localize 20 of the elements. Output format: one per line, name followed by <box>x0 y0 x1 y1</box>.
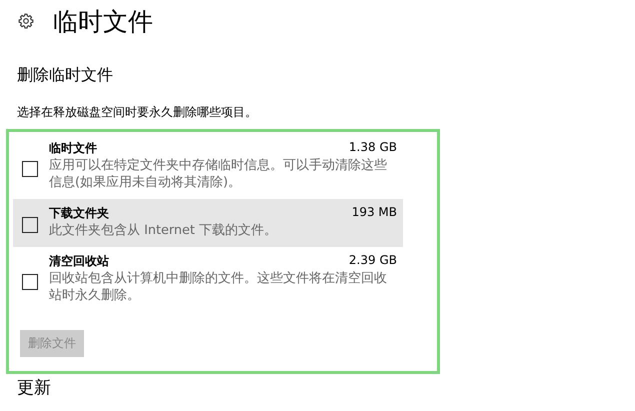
list-item[interactable]: 清空回收站 2.39 GB 回收站包含从计算机中删除的文件。这些文件将在清空回收站时永久删除。 <box>13 247 403 312</box>
checkbox[interactable] <box>22 217 38 233</box>
list-item[interactable]: 下载文件夹 193 MB 此文件夹包含从 Internet 下载的文件。 <box>13 199 403 247</box>
checkbox[interactable] <box>22 274 38 290</box>
item-size: 193 MB <box>352 205 397 221</box>
item-description: 此文件夹包含从 Internet 下载的文件。 <box>49 222 278 239</box>
item-size: 1.38 GB <box>348 140 397 156</box>
checkbox[interactable] <box>22 160 38 176</box>
item-description: 回收站包含从计算机中删除的文件。这些文件将在清空回收站时永久删除。 <box>49 270 388 304</box>
section-heading: 更新 <box>16 377 52 399</box>
item-size: 2.39 GB <box>348 253 397 269</box>
item-name: 临时文件 <box>49 140 97 157</box>
item-description: 应用可以在特定文件夹中存储临时信息。可以手动清除这些信息(如果应用未自动将其清除)。 <box>49 157 388 191</box>
settings-icon <box>18 13 34 29</box>
section-description: 选择在释放磁盘空间时要永久删除哪些项目。 <box>16 104 258 121</box>
list-item[interactable]: 临时文件 1.38 GB 应用可以在特定文件夹中存储临时信息。可以手动清除这些信息(如果应用未自动将其清除)。 <box>13 134 403 199</box>
item-name: 下载文件夹 <box>49 205 109 222</box>
section-heading: 删除临时文件 <box>16 65 114 86</box>
page-title: 临时文件 <box>53 6 153 38</box>
item-name: 清空回收站 <box>49 253 109 270</box>
